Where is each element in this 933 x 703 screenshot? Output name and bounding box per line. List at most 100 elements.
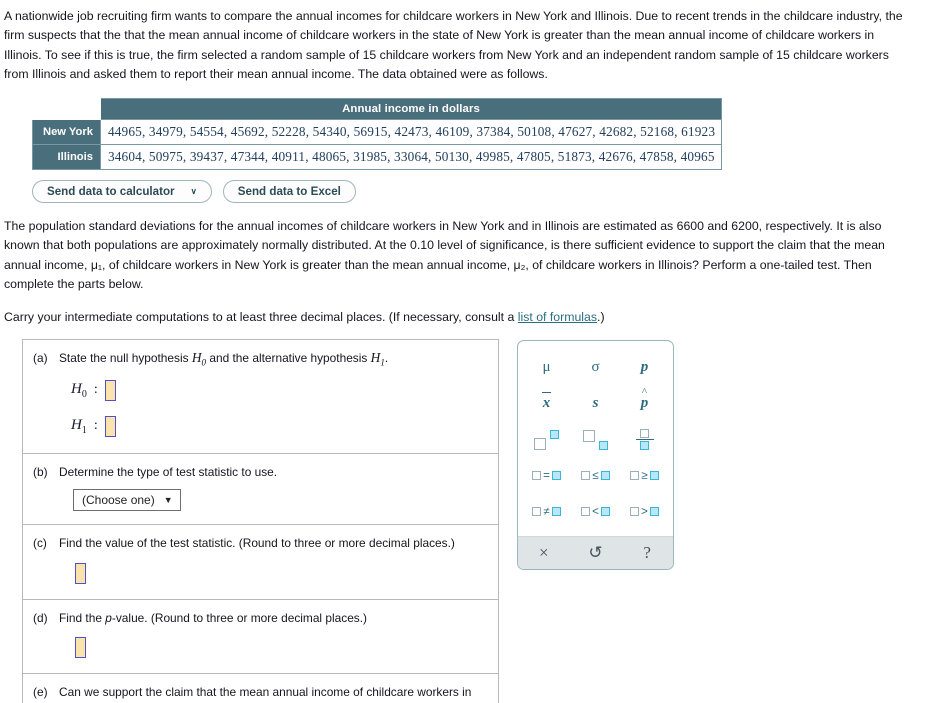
palette-s-button[interactable]: s bbox=[571, 386, 620, 422]
less-than-symbol: < bbox=[592, 505, 599, 518]
palette-row-5: ≠ < > bbox=[522, 494, 669, 530]
part-b-section: (b) Determine the type of test statistic… bbox=[23, 454, 498, 526]
part-b-prompt: (b) Determine the type of test statistic… bbox=[33, 464, 488, 481]
send-data-to-calculator-button[interactable]: Send data to calculator ∨ bbox=[32, 180, 212, 204]
list-of-formulas-link[interactable]: list of formulas bbox=[518, 310, 597, 324]
table-row: Illinois 34604, 50975, 39437, 47344, 409… bbox=[32, 144, 723, 171]
part-d-text-post: -value. (Round to three or more decimal … bbox=[111, 610, 368, 625]
null-hypothesis-input[interactable] bbox=[104, 379, 116, 401]
hypothesis-rows: H0 : H1 : bbox=[33, 379, 488, 437]
send-excel-label: Send data to Excel bbox=[237, 185, 341, 199]
h0-inline-symbol: H0 bbox=[192, 350, 206, 368]
send-data-button-row: Send data to calculator ∨ Send data to E… bbox=[0, 180, 933, 204]
equals-symbol: = bbox=[543, 469, 550, 482]
test-statistic-select[interactable]: (Choose one) ▼ bbox=[73, 489, 181, 512]
less-equal-symbol: ≤ bbox=[592, 469, 599, 482]
palette-row-2: x s ^ p bbox=[522, 386, 669, 422]
greater-than-symbol: > bbox=[641, 505, 648, 518]
palette-mu-button[interactable]: μ bbox=[522, 350, 571, 386]
part-b-label: (b) bbox=[33, 464, 48, 479]
send-calculator-label: Send data to calculator bbox=[47, 185, 175, 199]
palette-subscript-button[interactable] bbox=[571, 422, 620, 458]
palette-row-3 bbox=[522, 422, 669, 458]
palette-equals-button[interactable]: = bbox=[522, 458, 571, 494]
part-b-text: Determine the type of test statistic to … bbox=[59, 464, 278, 479]
palette-fraction-button[interactable] bbox=[620, 422, 669, 458]
test-statistic-input[interactable] bbox=[75, 562, 86, 584]
less-equal-glyph: ≤ bbox=[581, 469, 610, 482]
problem-paragraph-2: The population standard deviations for t… bbox=[4, 219, 885, 292]
problem-page: A nationwide job recruiting firm wants t… bbox=[0, 0, 933, 703]
not-equal-glyph: ≠ bbox=[532, 505, 561, 518]
alt-hypothesis-colon: : bbox=[93, 418, 98, 434]
part-a-text-2: and the alternative hypothesis bbox=[206, 350, 371, 365]
palette-phat-button[interactable]: ^ p bbox=[620, 386, 669, 422]
row-label-new-york: New York bbox=[32, 119, 101, 146]
part-a-text-3: . bbox=[384, 350, 389, 365]
part-d-text-pre: Find the bbox=[59, 610, 106, 625]
table-row: New York 44965, 34979, 54554, 45692, 522… bbox=[32, 119, 723, 146]
overbar-icon bbox=[541, 392, 552, 394]
palette-not-equal-button[interactable]: ≠ bbox=[522, 494, 571, 530]
palette-greater-equal-button[interactable]: ≥ bbox=[620, 458, 669, 494]
subscript-icon bbox=[582, 429, 609, 450]
h0-symbol-sub: 0 bbox=[81, 388, 87, 400]
h1-symbol-sub: 1 bbox=[81, 424, 87, 436]
palette-xbar-button[interactable]: x bbox=[522, 386, 571, 422]
part-d-section: (d) Find the p-value. (Round to three or… bbox=[23, 600, 498, 675]
part-a-label: (a) bbox=[33, 350, 48, 365]
problem-statement: A nationwide job recruiting firm wants t… bbox=[0, 0, 933, 84]
h1-letter: H bbox=[370, 349, 381, 365]
part-e-section: (e) Can we support the claim that the me… bbox=[23, 674, 498, 703]
data-table-wrapper: Annual income in dollars New York 44965,… bbox=[0, 98, 933, 171]
palette-greater-than-button[interactable]: > bbox=[620, 494, 669, 530]
close-icon[interactable]: × bbox=[518, 537, 570, 569]
answer-area: (a) State the null hypothesis H0 and the… bbox=[0, 338, 933, 703]
palette-less-than-button[interactable]: < bbox=[571, 494, 620, 530]
p-value-italic: p bbox=[105, 610, 112, 625]
fraction-icon bbox=[635, 428, 654, 451]
problem-statement-2: The population standard deviations for t… bbox=[0, 203, 933, 327]
symbol-palette: μ σ p x s ^ p = ≤ ≥ ≠ < > × ↺ ? bbox=[517, 339, 674, 570]
palette-p-button[interactable]: p bbox=[620, 350, 669, 386]
phat-glyph: ^ p bbox=[641, 386, 649, 412]
not-equal-symbol: ≠ bbox=[543, 505, 550, 518]
part-d-text: Find the p-value. (Round to three or mor… bbox=[59, 610, 488, 627]
xbar-glyph: x bbox=[541, 392, 552, 412]
equals-glyph: = bbox=[532, 470, 561, 482]
greater-equal-glyph: ≥ bbox=[630, 470, 659, 482]
palette-less-equal-button[interactable]: ≤ bbox=[571, 458, 620, 494]
undo-icon[interactable]: ↺ bbox=[570, 537, 622, 569]
palette-row-4: = ≤ ≥ bbox=[522, 458, 669, 494]
table-corner-cell bbox=[32, 98, 101, 121]
part-e-text: Can we support the claim that the mean a… bbox=[59, 685, 487, 703]
symbol-palette-grid: μ σ p x s ^ p = ≤ ≥ ≠ < > bbox=[518, 341, 673, 536]
test-statistic-select-value: (Choose one) bbox=[82, 493, 155, 508]
null-hypothesis-colon: : bbox=[93, 382, 98, 398]
part-a-text: State the null hypothesis H0 and the alt… bbox=[59, 350, 488, 371]
xbar-letter: x bbox=[542, 395, 551, 412]
greater-than-glyph: > bbox=[630, 506, 659, 518]
part-c-label: (c) bbox=[33, 536, 47, 551]
part-e-label: (e) bbox=[33, 685, 48, 700]
part-a-text-1: State the null hypothesis bbox=[59, 350, 192, 365]
alt-hypothesis-input[interactable] bbox=[104, 415, 116, 437]
alt-hypothesis-symbol: H1 bbox=[71, 417, 87, 436]
palette-sigma-button[interactable]: σ bbox=[571, 350, 620, 386]
part-c-section: (c) Find the value of the test statistic… bbox=[23, 525, 498, 600]
palette-row-1: μ σ p bbox=[522, 350, 669, 386]
null-hypothesis-row: H0 : bbox=[71, 379, 488, 401]
chevron-down-icon: ▼ bbox=[163, 495, 173, 506]
palette-superscript-button[interactable] bbox=[522, 422, 571, 458]
p-value-input[interactable] bbox=[75, 637, 86, 659]
send-data-to-excel-button[interactable]: Send data to Excel bbox=[222, 180, 356, 204]
problem-paragraph-3: Carry your intermediate computations to … bbox=[4, 308, 911, 327]
hat-icon: ^ bbox=[641, 386, 648, 399]
null-hypothesis-symbol: H0 bbox=[71, 381, 87, 400]
alt-hypothesis-row: H1 : bbox=[71, 415, 488, 437]
row-values-new-york: 44965, 34979, 54554, 45692, 52228, 54340… bbox=[99, 119, 723, 146]
part-c-text: Find the value of the test statistic. (R… bbox=[59, 536, 455, 551]
help-icon[interactable]: ? bbox=[621, 537, 673, 569]
part-d-prompt: (d) Find the p-value. (Round to three or… bbox=[33, 610, 488, 627]
superscript-icon bbox=[533, 429, 560, 450]
